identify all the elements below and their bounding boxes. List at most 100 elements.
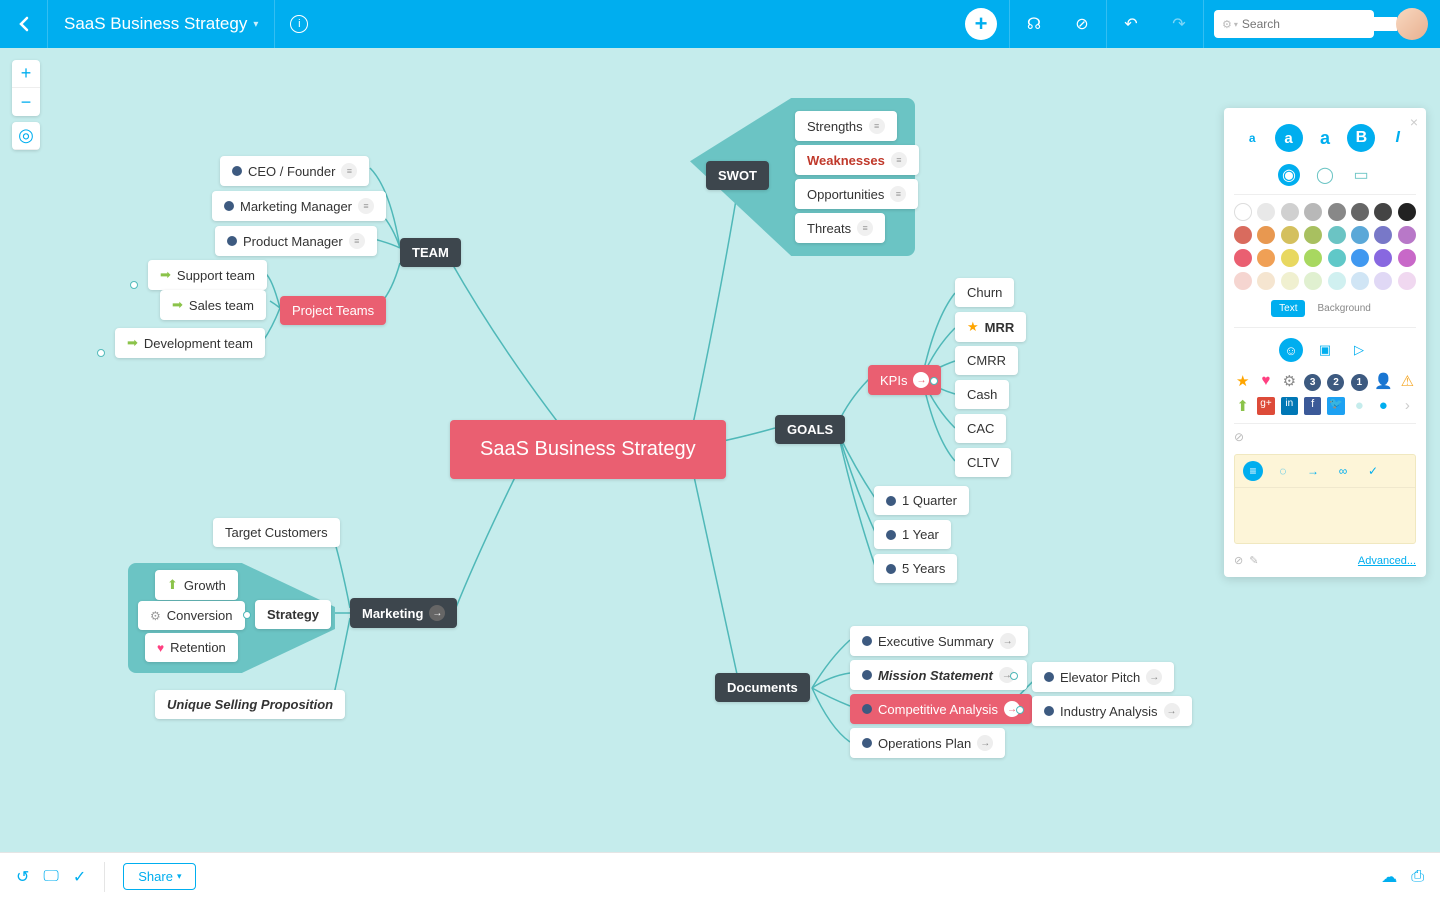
- center-view-button[interactable]: ◎: [12, 122, 40, 150]
- color-swatch[interactable]: [1398, 272, 1416, 290]
- color-swatch[interactable]: [1351, 272, 1369, 290]
- mindmap-canvas[interactable]: + − ◎ SaaS Business Strategy TEAM CEO / …: [0, 48, 1440, 852]
- swot-item-node[interactable]: Weaknesses≡: [795, 145, 919, 175]
- kpi-node[interactable]: CAC: [955, 414, 1006, 443]
- swot-item-node[interactable]: Strengths≡: [795, 111, 897, 141]
- document-sub-node[interactable]: Elevator Pitch→: [1032, 662, 1174, 692]
- heart-icon-btn[interactable]: ♥: [1257, 372, 1274, 391]
- block-button[interactable]: ⊘: [1058, 0, 1106, 48]
- twitter-icon-btn[interactable]: 🐦: [1327, 397, 1344, 415]
- notes-arrow-btn[interactable]: →: [1303, 461, 1323, 481]
- cloud-button[interactable]: ☁: [1381, 867, 1397, 887]
- color-swatch[interactable]: [1328, 272, 1346, 290]
- color-swatch[interactable]: [1374, 249, 1392, 267]
- color-swatch[interactable]: [1281, 226, 1299, 244]
- document-title[interactable]: SaaS Business Strategy ▾: [48, 0, 275, 48]
- background-color-tab[interactable]: Background: [1309, 300, 1378, 317]
- block-small-icon[interactable]: ⊘: [1234, 430, 1244, 444]
- number-1-btn[interactable]: 1: [1351, 372, 1368, 391]
- color-swatch[interactable]: [1281, 203, 1299, 221]
- expand-icon[interactable]: →: [913, 372, 929, 388]
- gplus-icon-btn[interactable]: g+: [1257, 397, 1274, 415]
- connections-button[interactable]: ☊: [1010, 0, 1058, 48]
- color-swatch[interactable]: [1234, 249, 1252, 267]
- panel-block-btn[interactable]: ⊘: [1234, 554, 1243, 567]
- warning-icon-btn[interactable]: ⚠: [1399, 372, 1416, 391]
- history-button[interactable]: ↺: [16, 867, 29, 887]
- circle-icon-btn[interactable]: ●: [1351, 397, 1368, 415]
- timeframe-node[interactable]: 5 Years: [874, 554, 957, 583]
- zoom-in-button[interactable]: +: [12, 60, 40, 88]
- outline-tab[interactable]: ◯: [1314, 164, 1336, 186]
- notes-list-btn[interactable]: ≡: [1243, 461, 1263, 481]
- add-node-button[interactable]: +: [965, 8, 997, 40]
- advanced-link[interactable]: Advanced...: [1358, 555, 1416, 567]
- gear-icon-btn[interactable]: ⚙: [1281, 372, 1298, 391]
- project-team-node[interactable]: ➡Support team: [148, 260, 267, 290]
- color-swatch[interactable]: [1234, 203, 1252, 221]
- arrow-up-icon-btn[interactable]: ⬆: [1234, 397, 1251, 415]
- project-team-node[interactable]: ➡Development team: [115, 328, 265, 358]
- color-swatch[interactable]: [1351, 203, 1369, 221]
- strategy-item-node[interactable]: ⬆Growth: [155, 570, 238, 600]
- zoom-out-button[interactable]: −: [12, 88, 40, 116]
- text-size-medium[interactable]: a: [1275, 124, 1303, 152]
- strategy-item-node[interactable]: ♥Retention: [145, 633, 238, 662]
- star-icon-btn[interactable]: ★: [1234, 372, 1251, 391]
- notes-comment-btn[interactable]: ◌: [1273, 461, 1293, 481]
- document-node[interactable]: Executive Summary→: [850, 626, 1028, 656]
- text-italic[interactable]: I: [1384, 124, 1412, 152]
- color-swatch[interactable]: [1257, 249, 1275, 267]
- tasks-button[interactable]: ✓: [73, 867, 86, 887]
- text-color-tab[interactable]: Text: [1271, 300, 1305, 317]
- goals-node[interactable]: GOALS: [775, 415, 845, 444]
- info-button[interactable]: i: [275, 0, 323, 48]
- notes-icon[interactable]: ≡: [857, 220, 873, 236]
- usp-node[interactable]: Unique Selling Proposition: [155, 690, 345, 719]
- video-button[interactable]: ▷: [1347, 338, 1371, 362]
- notes-icon[interactable]: ≡: [341, 163, 357, 179]
- notes-link-btn[interactable]: ∞: [1333, 461, 1353, 481]
- person-icon-btn[interactable]: 👤: [1374, 372, 1393, 391]
- back-button[interactable]: [0, 0, 48, 48]
- notes-icon[interactable]: ≡: [358, 198, 374, 214]
- color-swatch[interactable]: [1234, 226, 1252, 244]
- number-2-btn[interactable]: 2: [1327, 372, 1344, 391]
- number-3-btn[interactable]: 3: [1304, 372, 1321, 391]
- color-swatch[interactable]: [1374, 272, 1392, 290]
- undo-button[interactable]: ↶: [1107, 0, 1155, 48]
- marketing-node[interactable]: Marketing→: [350, 598, 457, 628]
- notes-check-btn[interactable]: ✓: [1363, 461, 1383, 481]
- share-button[interactable]: Share▾: [123, 863, 196, 890]
- strategy-node[interactable]: Strategy: [255, 600, 331, 629]
- expand-icon[interactable]: →: [1164, 703, 1180, 719]
- shape-tab[interactable]: ▭: [1350, 164, 1372, 186]
- emoji-button[interactable]: ☺: [1279, 338, 1303, 362]
- color-swatch[interactable]: [1234, 272, 1252, 290]
- expand-icon[interactable]: →: [429, 605, 445, 621]
- swot-item-node[interactable]: Opportunities≡: [795, 179, 918, 209]
- search-input[interactable]: [1242, 17, 1397, 31]
- center-node[interactable]: SaaS Business Strategy: [450, 420, 726, 479]
- project-teams-node[interactable]: Project Teams: [280, 296, 386, 325]
- color-swatch[interactable]: [1257, 203, 1275, 221]
- text-size-large[interactable]: a: [1311, 124, 1339, 152]
- color-swatch[interactable]: [1398, 226, 1416, 244]
- notes-icon[interactable]: ≡: [349, 233, 365, 249]
- kpi-node[interactable]: ★MRR: [955, 312, 1026, 342]
- color-swatch[interactable]: [1328, 203, 1346, 221]
- swot-node[interactable]: SWOT: [706, 161, 769, 190]
- color-swatch[interactable]: [1398, 249, 1416, 267]
- color-swatch[interactable]: [1304, 272, 1322, 290]
- team-node[interactable]: TEAM: [400, 238, 461, 267]
- kpi-node[interactable]: Churn: [955, 278, 1014, 307]
- document-node-selected[interactable]: Competitive Analysis→: [850, 694, 1032, 724]
- facebook-icon-btn[interactable]: f: [1304, 397, 1321, 415]
- color-swatch[interactable]: [1374, 203, 1392, 221]
- expand-icon[interactable]: →: [977, 735, 993, 751]
- notes-icon[interactable]: ≡: [869, 118, 885, 134]
- color-swatch[interactable]: [1304, 203, 1322, 221]
- kpi-node[interactable]: Cash: [955, 380, 1009, 409]
- color-swatch[interactable]: [1304, 226, 1322, 244]
- team-member-node[interactable]: CEO / Founder≡: [220, 156, 369, 186]
